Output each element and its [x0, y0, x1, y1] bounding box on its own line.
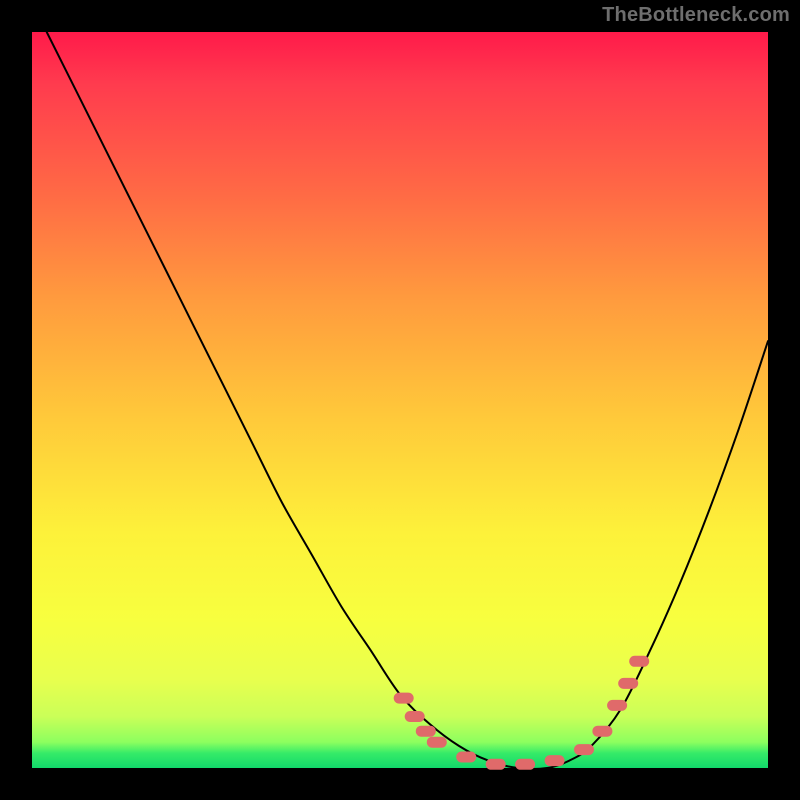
plot-area	[32, 32, 768, 768]
curve-markers	[394, 656, 650, 770]
bottleneck-curve	[47, 32, 768, 769]
curve-marker	[427, 737, 447, 748]
curve-marker	[618, 678, 638, 689]
curve-marker	[545, 755, 565, 766]
curve-marker	[574, 744, 594, 755]
curve-marker	[486, 759, 506, 770]
watermark-text: TheBottleneck.com	[602, 4, 790, 27]
curve-marker	[592, 726, 612, 737]
curve-marker	[416, 726, 436, 737]
curve-marker	[394, 693, 414, 704]
curve-marker	[515, 759, 535, 770]
curve-marker	[456, 752, 476, 763]
curve-marker	[405, 711, 425, 722]
curve-marker	[607, 700, 627, 711]
chart-svg	[32, 32, 768, 768]
chart-stage: TheBottleneck.com	[0, 0, 800, 800]
curve-marker	[629, 656, 649, 667]
